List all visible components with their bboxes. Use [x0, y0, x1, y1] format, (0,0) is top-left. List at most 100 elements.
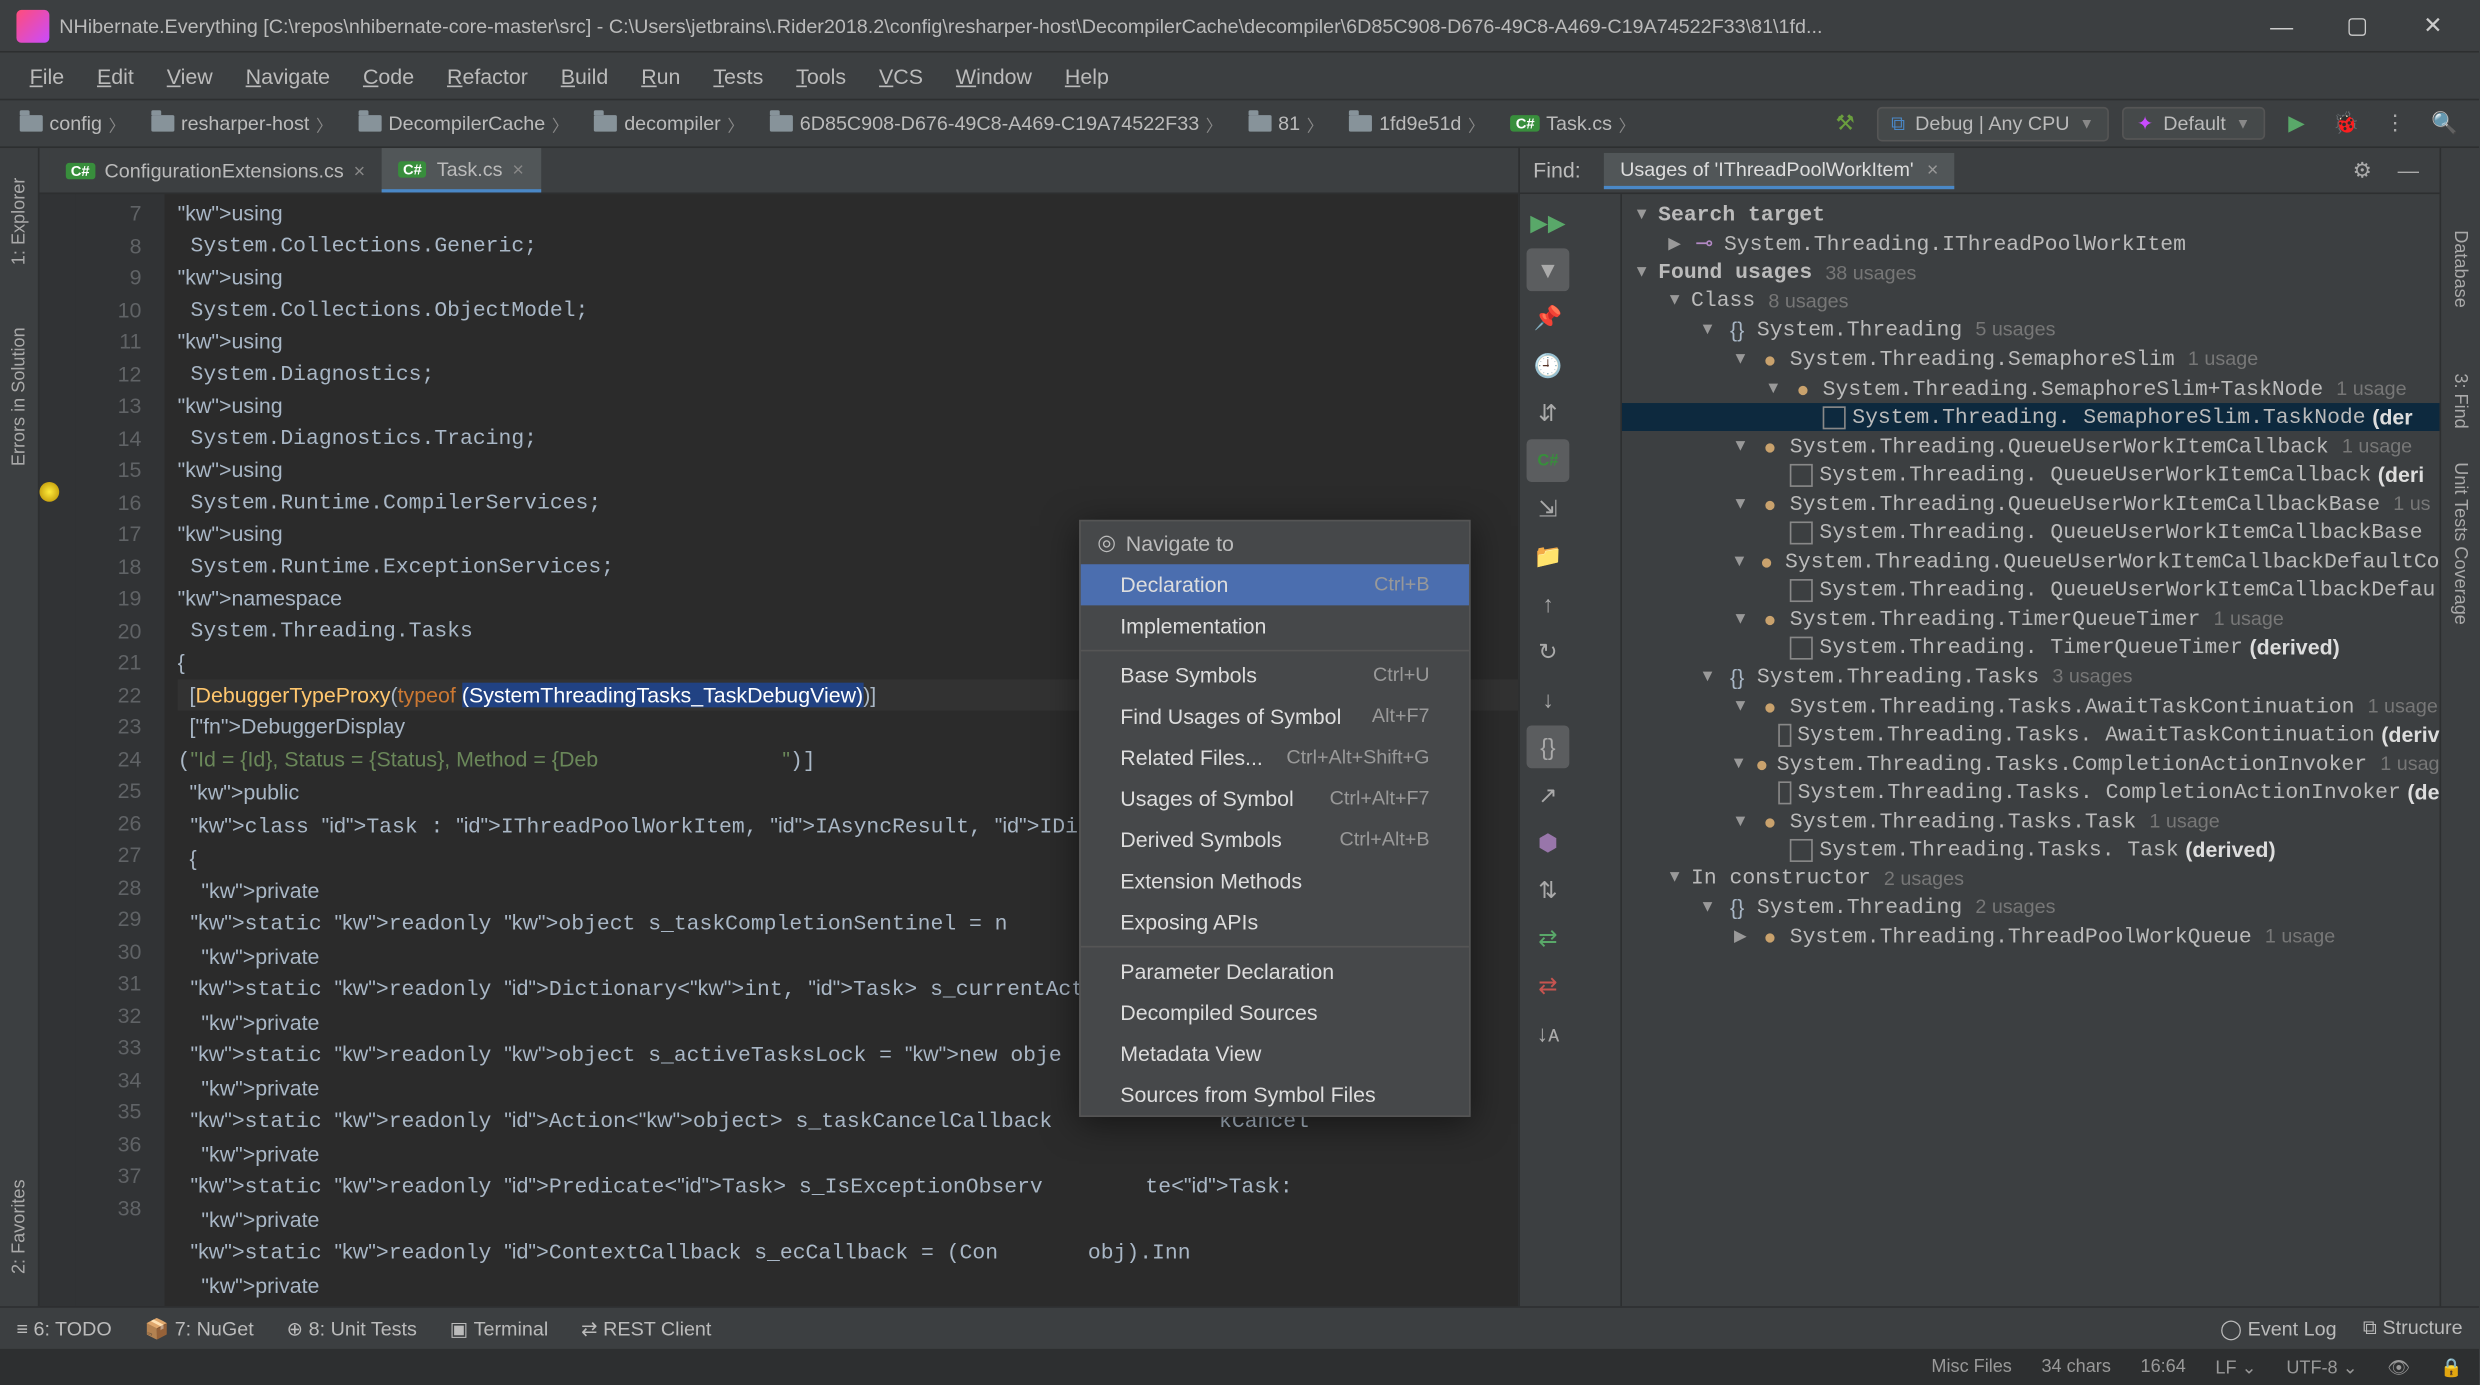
tool-database[interactable]: Database: [2450, 230, 2470, 307]
tree-node[interactable]: System.Threading. TimerQueueTimer (deriv…: [1622, 633, 2440, 661]
ctx-item[interactable]: Exposing APIs: [1081, 901, 1469, 942]
bulb-icon[interactable]: [39, 482, 59, 502]
checkbox[interactable]: [1779, 781, 1791, 804]
folder-icon[interactable]: 📁: [1527, 535, 1570, 578]
tree-node[interactable]: System.Threading. QueueUserWorkItemCallb…: [1622, 461, 2440, 489]
tree-node[interactable]: ▼Search target: [1622, 201, 2440, 229]
ctx-item[interactable]: Metadata View: [1081, 1033, 1469, 1074]
hammer-icon[interactable]: ⚒: [1827, 105, 1863, 141]
down-icon[interactable]: ↓: [1527, 678, 1570, 721]
expand-toggle[interactable]: ▼: [1731, 812, 1751, 830]
expand-toggle[interactable]: ▼: [1665, 291, 1685, 309]
find-tab[interactable]: Usages of 'IThreadPoolWorkItem'×: [1604, 152, 1955, 188]
ctx-item[interactable]: Extension Methods: [1081, 860, 1469, 901]
lock-icon[interactable]: 🔒: [2440, 1356, 2463, 1377]
menu-file[interactable]: File: [13, 60, 80, 91]
maximize-button[interactable]: ▢: [2334, 2, 2380, 48]
up-icon[interactable]: ↑: [1527, 582, 1570, 625]
run-config-combo[interactable]: ⧉Debug | Any CPU▼: [1876, 106, 2109, 141]
checkbox[interactable]: [1790, 838, 1813, 861]
tree-node[interactable]: ▼●System.Threading.QueueUserWorkItemCall…: [1622, 489, 2440, 519]
solution-config-combo[interactable]: ✦Default▼: [2122, 107, 2265, 140]
rerun-icon[interactable]: ▶▶: [1527, 201, 1570, 244]
expand-toggle[interactable]: ▼: [1665, 869, 1685, 887]
ctx-item[interactable]: Implementation: [1081, 605, 1469, 646]
tree-node[interactable]: ▼●System.Threading.Tasks.CompletionActio…: [1622, 748, 2440, 778]
close-button[interactable]: ✕: [2410, 2, 2456, 48]
checkbox[interactable]: [1823, 405, 1846, 428]
menu-refactor[interactable]: Refactor: [431, 60, 545, 91]
menu-help[interactable]: Help: [1048, 60, 1125, 91]
tool-explorer[interactable]: 1: Explorer: [9, 178, 29, 266]
menu-vcs[interactable]: VCS: [863, 60, 940, 91]
menu-tests[interactable]: Tests: [697, 60, 780, 91]
checkbox[interactable]: [1790, 636, 1813, 659]
cube-icon[interactable]: ⬢: [1527, 821, 1570, 864]
menu-view[interactable]: View: [150, 60, 229, 91]
tree-node[interactable]: ▼{}System.Threading2 usages: [1622, 892, 2440, 922]
unit-tests-button[interactable]: ⊕ 8: Unit Tests: [287, 1317, 417, 1340]
tree-node[interactable]: System.Threading. QueueUserWorkItemCallb…: [1622, 518, 2440, 546]
expand-toggle[interactable]: ▼: [1632, 206, 1652, 224]
breadcrumb-item[interactable]: 1fd9e51d〉: [1336, 111, 1497, 136]
tree-node[interactable]: System.Threading.Tasks. Task (derived): [1622, 836, 2440, 864]
ctx-item[interactable]: Find Usages of SymbolAlt+F7: [1081, 696, 1469, 737]
breadcrumb-item[interactable]: 6D85C908-D676-49C8-A469-C19A74522F33〉: [757, 111, 1235, 136]
menu-navigate[interactable]: Navigate: [229, 60, 346, 91]
expand-toggle[interactable]: ▼: [1731, 697, 1751, 715]
ctx-item[interactable]: Parameter Declaration: [1081, 951, 1469, 992]
diff-icon[interactable]: ⇄: [1527, 964, 1570, 1007]
todo-button[interactable]: ≡ 6: TODO: [16, 1317, 111, 1340]
ctx-item[interactable]: Sources from Symbol Files: [1081, 1074, 1469, 1115]
ctx-item[interactable]: DeclarationCtrl+B: [1081, 564, 1469, 605]
expand-toggle[interactable]: ▼: [1763, 379, 1783, 397]
expand-toggle[interactable]: ▶: [1665, 234, 1685, 252]
expand-toggle[interactable]: ▼: [1698, 667, 1718, 685]
tree-node[interactable]: ▼●System.Threading.Tasks.Task1 usage: [1622, 806, 2440, 836]
filter-icon[interactable]: ▼: [1527, 248, 1570, 291]
tree-node[interactable]: ▼●System.Threading.TimerQueueTimer1 usag…: [1622, 604, 2440, 634]
breadcrumb-item[interactable]: decompiler〉: [581, 111, 757, 136]
tree-node[interactable]: System.Threading.Tasks. AwaitTaskContinu…: [1622, 721, 2440, 749]
checkbox[interactable]: [1790, 521, 1813, 544]
tool-favorites[interactable]: 2: Favorites: [9, 1179, 29, 1274]
expand-toggle[interactable]: ▼: [1698, 897, 1718, 915]
event-log-button[interactable]: ◯ Event Log: [2220, 1317, 2336, 1340]
tree-node[interactable]: ▼{}System.Threading5 usages: [1622, 314, 2440, 344]
expand-toggle[interactable]: ▼: [1731, 609, 1751, 627]
expand-toggle[interactable]: ▼: [1632, 263, 1652, 281]
minimize-panel-icon[interactable]: —: [2390, 152, 2426, 188]
csharp-icon[interactable]: C#: [1527, 439, 1570, 482]
ctx-item[interactable]: Related Files...Ctrl+Alt+Shift+G: [1081, 737, 1469, 778]
gear-icon[interactable]: ⚙: [2344, 152, 2380, 188]
tree-node[interactable]: System.Threading.Tasks. CompletionAction…: [1622, 778, 2440, 806]
status-le[interactable]: LF ⌄: [2215, 1356, 2256, 1377]
ctx-item[interactable]: Decompiled Sources: [1081, 992, 1469, 1033]
expand-toggle[interactable]: ▼: [1731, 350, 1751, 368]
tree-node[interactable]: ▼Found usages38 usages: [1622, 258, 2440, 286]
breadcrumb-file[interactable]: Task.cs: [1546, 112, 1612, 135]
terminal-button[interactable]: ▣ Terminal: [450, 1317, 548, 1340]
editor-tab[interactable]: C#ConfigurationExtensions.cs×: [49, 148, 381, 192]
braces-icon[interactable]: {}: [1527, 725, 1570, 768]
structure-button[interactable]: ⧉ Structure: [2363, 1316, 2463, 1341]
expand-toggle[interactable]: ▼: [1731, 552, 1749, 570]
breadcrumb-item[interactable]: resharper-host〉: [138, 111, 345, 136]
tree-node[interactable]: ▼●System.Threading.Tasks.AwaitTaskContin…: [1622, 691, 2440, 721]
ctx-item[interactable]: Base SymbolsCtrl+U: [1081, 655, 1469, 696]
recent-icon[interactable]: 🕘: [1527, 344, 1570, 387]
search-icon[interactable]: 🔍: [2426, 105, 2462, 141]
tree-node[interactable]: System.Threading. SemaphoreSlim.TaskNode…: [1622, 403, 2440, 431]
ctx-item[interactable]: Usages of SymbolCtrl+Alt+F7: [1081, 778, 1469, 819]
tool-errors[interactable]: Errors in Solution: [9, 328, 29, 467]
refresh-icon[interactable]: ↻: [1527, 630, 1570, 673]
expand-icon[interactable]: ⇵: [1527, 392, 1570, 435]
nuget-button[interactable]: 📦 7: NuGet: [145, 1317, 254, 1340]
tree-node[interactable]: ▼In constructor2 usages: [1622, 864, 2440, 892]
run-icon[interactable]: ▶: [2278, 105, 2314, 141]
checkbox[interactable]: [1779, 723, 1791, 746]
menu-tools[interactable]: Tools: [780, 60, 863, 91]
menu-build[interactable]: Build: [544, 60, 624, 91]
breadcrumb-item[interactable]: 81〉: [1235, 111, 1336, 136]
sort-icon[interactable]: ⇅: [1527, 869, 1570, 912]
